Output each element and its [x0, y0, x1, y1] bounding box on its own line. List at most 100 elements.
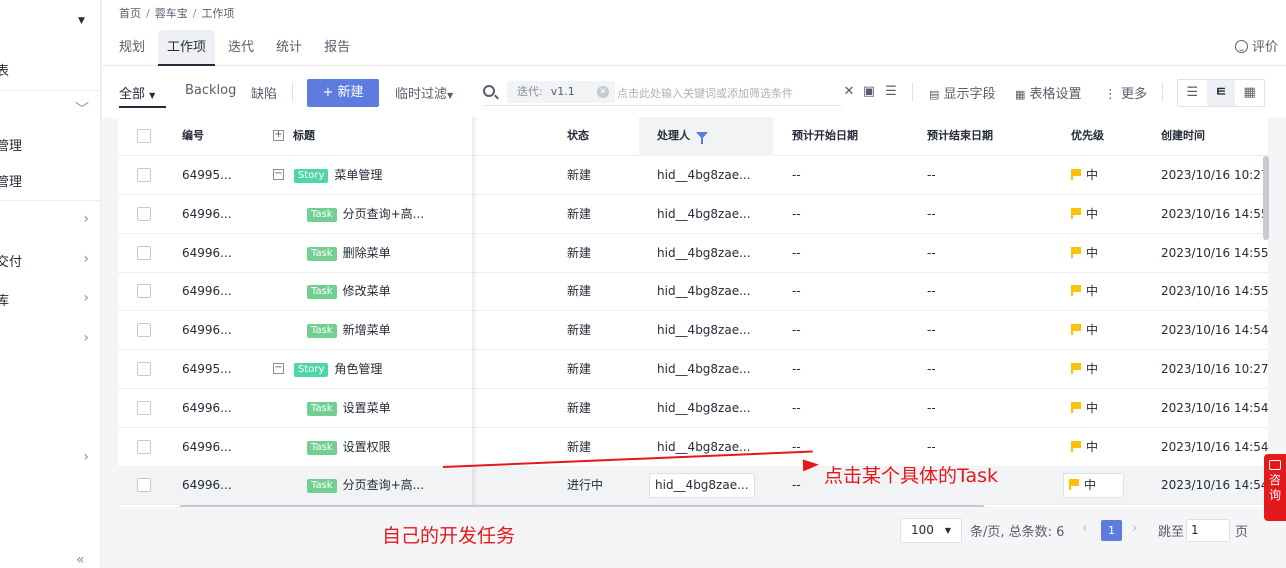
sidebar-item-8[interactable]: › [0, 449, 100, 469]
row-checkbox[interactable] [137, 168, 151, 182]
sidebar-item-4[interactable]: › [0, 211, 100, 231]
header-priority[interactable]: 优先级 [1071, 117, 1104, 156]
cell-id[interactable]: 64996... [182, 389, 262, 427]
horizontal-scrollbar[interactable] [179, 505, 985, 507]
row-checkbox[interactable] [137, 245, 151, 260]
cell-priority[interactable]: 中 [1071, 234, 1098, 272]
cell-assignee[interactable]: hid__4bg8zae... [657, 389, 753, 427]
list-filter-icon[interactable]: ☰ [884, 85, 898, 99]
cell-id[interactable]: 64996... [182, 234, 262, 272]
cell-start-date[interactable]: -- [792, 311, 801, 349]
cell-title[interactable]: Task 新增菜单 [307, 311, 467, 349]
cell-assignee[interactable]: hid__4bg8zae... [657, 272, 753, 310]
row-checkbox[interactable] [137, 206, 151, 221]
new-button[interactable]: + 新建 [307, 79, 379, 107]
sidebar-item-6[interactable]: 库› [0, 290, 100, 310]
table-settings-button[interactable]: ▦ 表格设置 [1015, 83, 1082, 102]
cell-start-date[interactable]: -- [792, 428, 801, 466]
cell-start-date[interactable]: -- [792, 272, 801, 310]
search-icon[interactable] [483, 85, 495, 97]
cell-title[interactable]: Story 菜单管理 [294, 156, 454, 194]
cell-title[interactable]: Task 删除菜单 [307, 234, 467, 272]
cell-assignee[interactable]: hid__4bg8zae... [657, 428, 753, 466]
tab-iteration[interactable]: 迭代 [219, 30, 263, 66]
show-fields-button[interactable]: ▤ 显示字段 [929, 83, 996, 102]
row-checkbox[interactable] [137, 400, 151, 415]
cell-id[interactable]: 64996... [182, 272, 262, 310]
vertical-scrollbar[interactable] [1263, 156, 1269, 240]
cell-start-date[interactable]: -- [792, 350, 801, 388]
cell-title[interactable]: Task 分页查询+高... [307, 195, 467, 233]
cell-id[interactable]: 64995... [182, 156, 262, 194]
save-icon[interactable]: ▣ [862, 85, 876, 99]
cell-priority[interactable]: 中 [1071, 156, 1098, 194]
list-view-icon[interactable]: ☰ [1178, 80, 1207, 106]
table-row[interactable]: 64996... Task 新增菜单 新建 hid__4bg8zae... -- -- 中 20… [118, 311, 1268, 351]
cell-start-date[interactable]: -- [792, 389, 801, 427]
cell-priority[interactable]: 中 [1071, 311, 1098, 349]
filter-defect[interactable]: 缺陷 [251, 83, 277, 102]
sidebar-item-7[interactable]: › [0, 330, 100, 350]
header-created[interactable]: 创建时间 [1161, 117, 1205, 156]
cell-assignee[interactable]: hid__4bg8zae... [649, 473, 755, 499]
header-assignee[interactable]: 处理人 [657, 117, 708, 156]
header-start-date[interactable]: 预计开始日期 [792, 117, 858, 156]
cell-assignee[interactable]: hid__4bg8zae... [657, 195, 753, 233]
cell-start-date[interactable]: -- [792, 466, 801, 504]
cell-priority[interactable]: 中 [1071, 428, 1098, 466]
page-size-select[interactable]: 100 ▼ [900, 518, 962, 543]
row-checkbox[interactable] [137, 439, 151, 454]
cell-assignee[interactable]: hid__4bg8zae... [657, 156, 753, 194]
prev-page-button[interactable]: ‹ [1082, 521, 1087, 536]
temp-filter-dropdown[interactable]: 临时过滤▼ [395, 83, 453, 102]
cell-start-date[interactable]: -- [792, 156, 801, 194]
clear-icon[interactable]: ✕ [842, 85, 856, 99]
consult-widget[interactable]: 咨询 [1264, 454, 1286, 521]
sidebar-item-3[interactable]: 管理 [0, 171, 100, 191]
cell-end-date[interactable]: -- [927, 195, 936, 233]
collapse-sidebar-icon[interactable]: « [76, 552, 85, 568]
table-row[interactable]: 64995... − Story 角色管理 新建 hid__4bg8zae... -- -- 中… [118, 350, 1268, 389]
cell-priority[interactable]: 中 [1071, 272, 1098, 310]
cell-start-date[interactable]: -- [792, 195, 801, 233]
tab-work-items[interactable]: 工作项 [158, 30, 216, 66]
rate-button[interactable]: 评价 [1234, 36, 1278, 55]
cell-end-date[interactable]: -- [927, 272, 936, 310]
row-checkbox[interactable] [137, 323, 151, 338]
breadcrumb-project[interactable]: 蓉车宝 [155, 7, 188, 20]
header-id[interactable]: 编号 [182, 117, 204, 156]
tree-view-icon[interactable]: ㅌ [1206, 80, 1236, 106]
cell-priority[interactable]: 中 [1071, 350, 1098, 388]
header-status[interactable]: 状态 [567, 117, 589, 156]
search-bar[interactable]: 迭代: v1.1 ✕ 点击此处输入关键词或添加筛选条件 [483, 80, 841, 106]
cell-id[interactable]: 64996... [182, 428, 262, 466]
header-end-date[interactable]: 预计结束日期 [927, 117, 993, 156]
expand-all-icon[interactable]: + [273, 130, 284, 141]
card-view-icon[interactable]: ▦ [1235, 80, 1264, 106]
tab-report[interactable]: 报告 [315, 30, 359, 66]
cell-status[interactable]: 新建 [567, 311, 591, 349]
select-all-checkbox[interactable] [137, 129, 151, 143]
cell-end-date[interactable]: -- [927, 428, 936, 466]
sidebar-item-5[interactable]: 交付 › [0, 251, 100, 271]
tab-statistics[interactable]: 统计 [267, 30, 311, 66]
page-1-button[interactable]: 1 [1101, 520, 1122, 541]
cell-status[interactable]: 新建 [567, 350, 591, 388]
table-row[interactable]: 64996... Task 分页查询+高... 新建 hid__4bg8zae... --… [118, 195, 1268, 234]
cell-id[interactable]: 64996... [182, 195, 262, 233]
cell-end-date[interactable]: -- [927, 234, 936, 272]
cell-end-date[interactable]: -- [927, 350, 936, 388]
row-checkbox[interactable] [137, 284, 151, 299]
more-button[interactable]: ⋮ 更多 [1104, 83, 1147, 102]
table-row[interactable]: 64996... Task 设置权限 新建 hid__4bg8zae... -- -- 中 20… [118, 428, 1268, 467]
cell-status[interactable]: 新建 [567, 272, 591, 310]
cell-start-date[interactable]: -- [792, 234, 801, 272]
sidebar-item-0[interactable]: 表 [0, 60, 100, 80]
cell-assignee[interactable]: hid__4bg8zae... [657, 350, 753, 388]
sidebar-item-2[interactable]: 管理 [0, 135, 100, 155]
caret-down-icon[interactable]: ▼ [78, 16, 85, 26]
filter-backlog[interactable]: Backlog [185, 83, 236, 98]
cell-assignee[interactable]: hid__4bg8zae... [657, 234, 753, 272]
cell-end-date[interactable]: -- [927, 311, 936, 349]
breadcrumb-home[interactable]: 首页 [119, 7, 141, 20]
